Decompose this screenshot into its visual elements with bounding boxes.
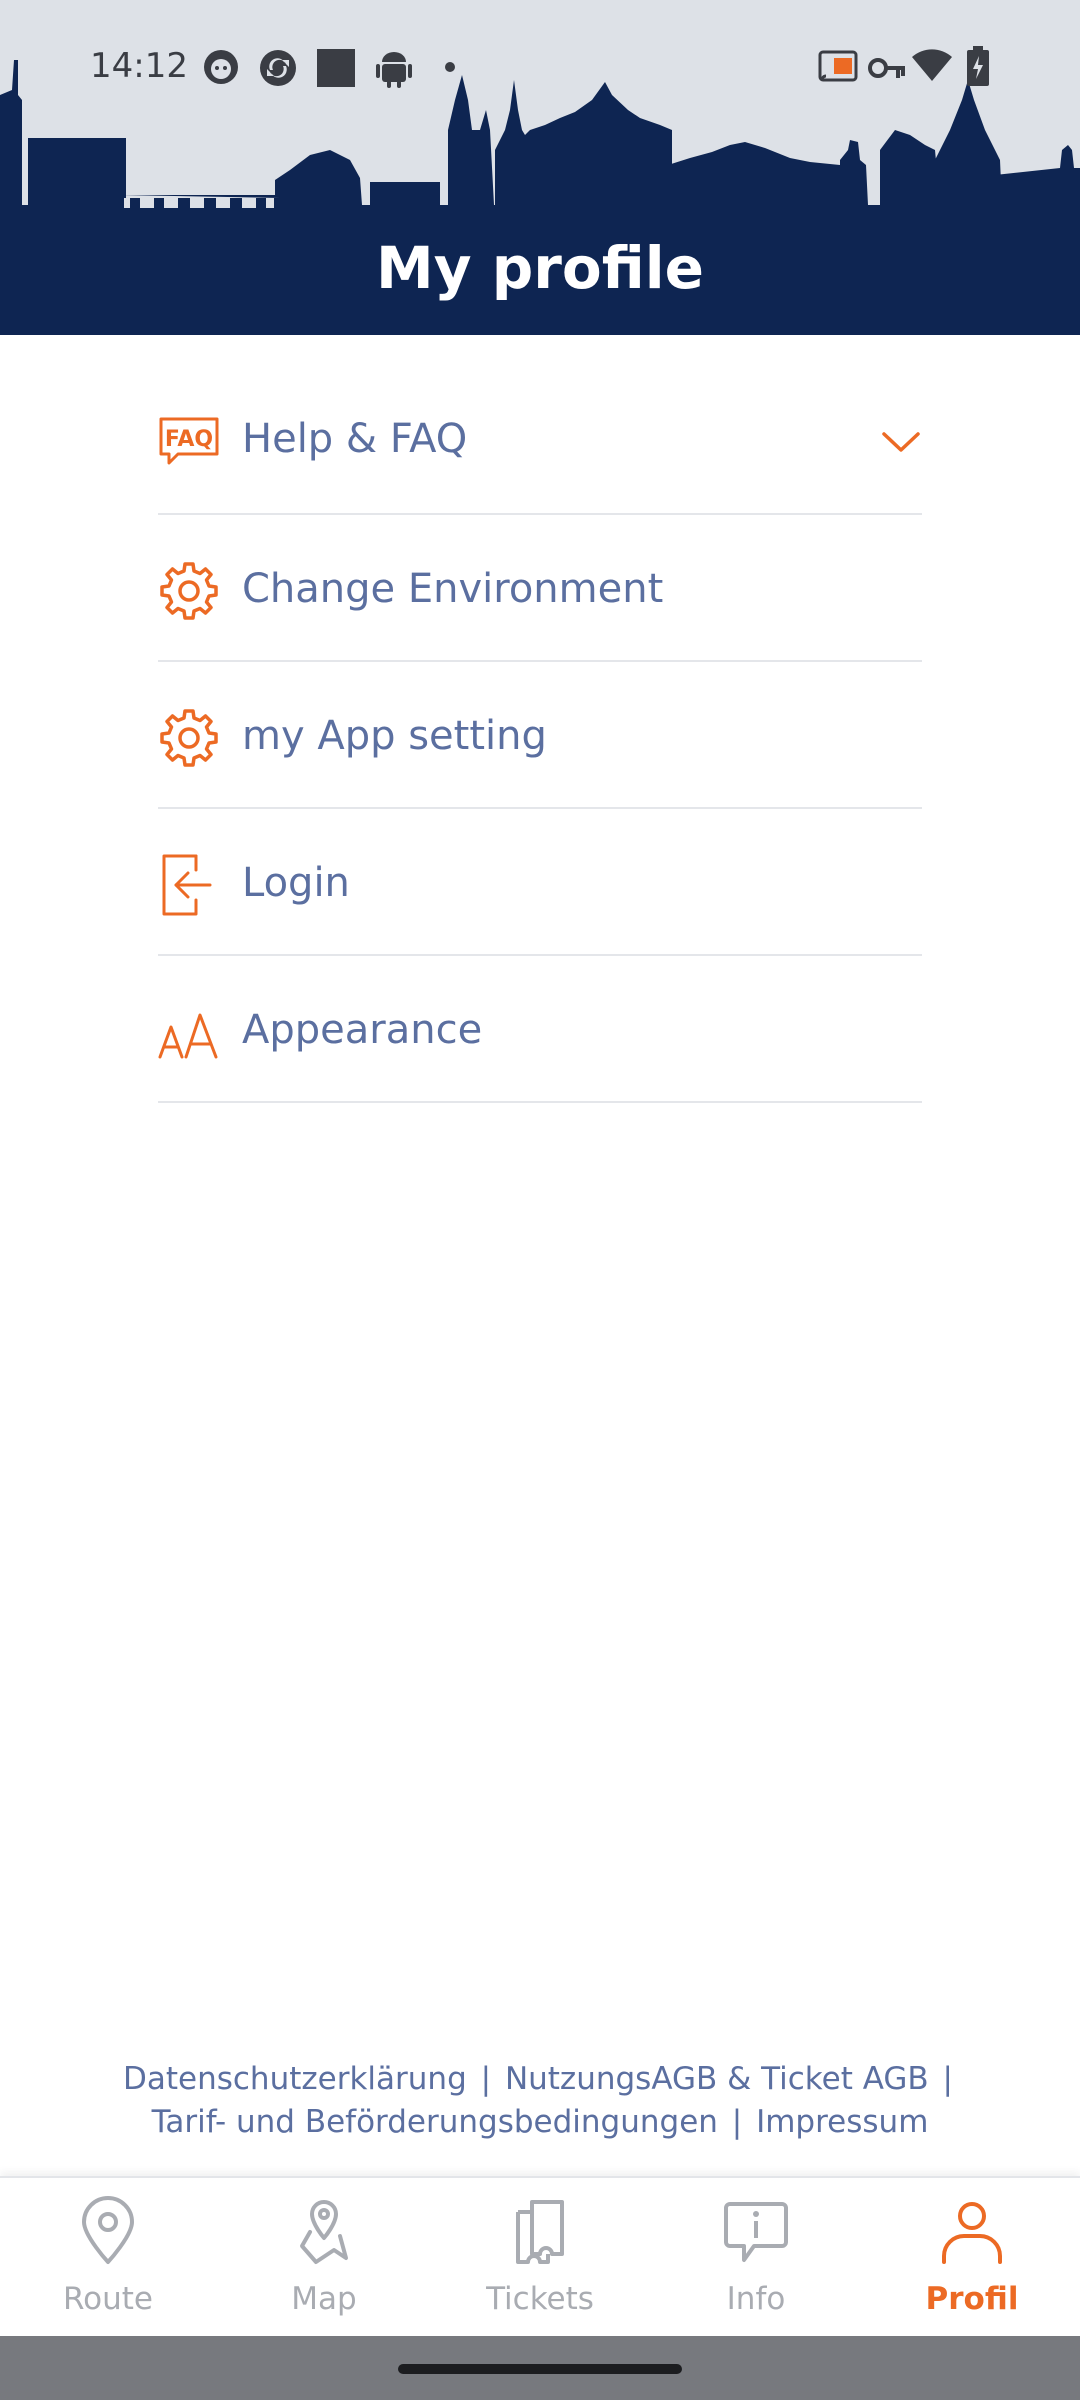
sync-icon [260,50,296,86]
menu-label-app-setting: my App setting [242,713,547,759]
chevron-down-icon[interactable] [880,421,922,463]
battery-charging-icon [967,46,989,86]
link-separator: | [942,2061,953,2097]
menu-label-login: Login [242,860,350,906]
map-person-icon [300,2200,348,2264]
font-size-icon [158,1013,218,1059]
menu-item-login[interactable]: Login [158,809,922,956]
menu-item-help-faq[interactable]: FAQ Help & FAQ [158,365,922,515]
terms-link[interactable]: NutzungsAGB & Ticket AGB [505,2061,929,2097]
nav-tab-profil[interactable]: Profil [864,2178,1080,2336]
legal-links-line-1: Datenschutzerklärung | NutzungsAGB & Tic… [0,2058,1080,2101]
status-time: 14:12 [90,46,188,86]
status-bar: 14:12 [0,0,1080,134]
nav-tab-map[interactable]: Map [216,2178,432,2336]
nav-label-tickets: Tickets [486,2281,594,2317]
ticket-icon [516,2200,564,2264]
menu-label-change-environment: Change Environment [242,566,664,612]
legal-links: Datenschutzerklärung | NutzungsAGB & Tic… [0,2058,1080,2144]
cast-icon [818,50,858,82]
key-icon [868,58,905,78]
nav-tab-tickets[interactable]: Tickets [432,2178,648,2336]
bottom-navigation: Route Map Tickets Info Profil [0,2176,1080,2336]
page-title: My profile [376,234,704,302]
nav-tab-route[interactable]: Route [0,2178,216,2336]
faq-icon: FAQ [159,417,219,465]
square-icon [317,49,355,87]
menu-item-app-setting[interactable]: my App setting [158,662,922,809]
info-bubble-icon [724,2202,788,2262]
dot-icon [445,62,455,72]
gear-icon [160,709,218,767]
link-separator: | [480,2061,492,2097]
menu-label-appearance: Appearance [242,1007,483,1053]
nav-label-map: Map [291,2281,357,2317]
svg-text:FAQ: FAQ [165,427,213,452]
nav-label-route: Route [63,2281,153,2317]
profile-menu: FAQ Help & FAQ Change Environment my App… [158,365,922,1103]
menu-label-help-faq: Help & FAQ [242,416,468,462]
menu-item-appearance[interactable]: Appearance [158,956,922,1103]
system-navigation-bar [0,2336,1080,2400]
profile-screen: My profile 14:12 FAQ Help & FAQ Change E… [0,0,1080,2400]
imprint-link[interactable]: Impressum [756,2104,928,2140]
android-icon [376,52,412,88]
nav-tab-info[interactable]: Info [648,2178,864,2336]
login-icon [162,854,212,916]
nav-label-profil: Profil [925,2281,1019,2317]
tariff-link[interactable]: Tarif- und Beförderungsbedingungen [152,2104,718,2140]
privacy-link[interactable]: Datenschutzerklärung [123,2061,467,2097]
gear-icon [160,562,218,620]
map-pin-icon [82,2196,134,2264]
link-separator: | [731,2104,743,2140]
legal-links-line-2: Tarif- und Beförderungsbedingungen | Imp… [0,2101,1080,2144]
user-icon [942,2202,1002,2264]
wifi-icon [912,49,952,81]
header: My profile 14:12 [0,0,1080,335]
nav-label-info: Info [726,2281,786,2317]
cat-notification-icon [204,50,238,84]
menu-item-change-environment[interactable]: Change Environment [158,515,922,662]
home-indicator[interactable] [398,2364,682,2374]
